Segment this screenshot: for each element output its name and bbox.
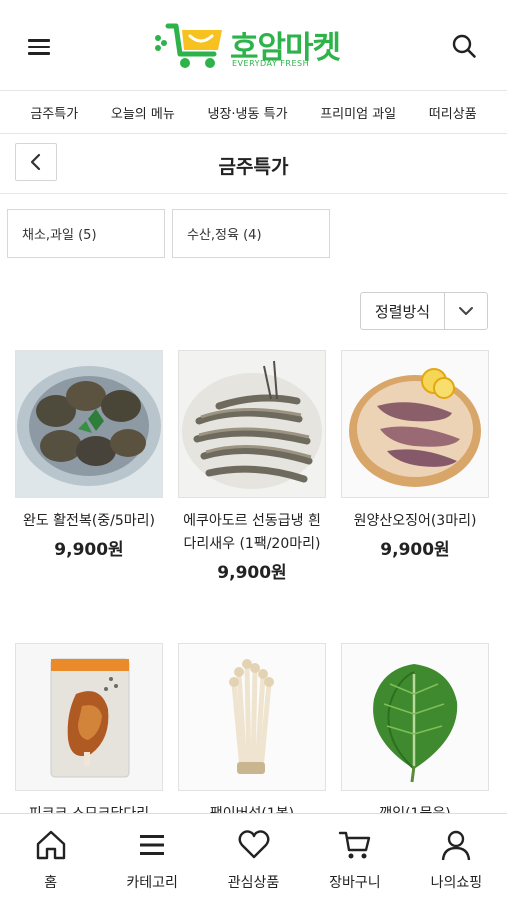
tab-cart[interactable]: 장바구니 bbox=[304, 814, 405, 901]
nav-item-frozen-special[interactable]: 냉장·냉동 특가 bbox=[208, 103, 288, 122]
tab-label: 나의쇼핑 bbox=[430, 875, 483, 891]
nav-item-premium-fruit[interactable]: 프리미엄 과일 bbox=[320, 103, 396, 122]
product-card[interactable]: 피코크 스모크닭다리 bbox=[15, 643, 163, 826]
tab-category[interactable]: 카테고리 bbox=[101, 814, 202, 901]
title-bar: 금주특가 bbox=[0, 135, 507, 194]
product-card[interactable]: 에쿠아도르 선동급냉 흰다리새우 (1팩/20마리) 9,900원 bbox=[178, 350, 326, 583]
product-card[interactable]: 완도 활전복(중/5마리) 9,900원 bbox=[15, 350, 163, 560]
tab-label: 홈 bbox=[44, 875, 58, 891]
product-price: 9,900원 bbox=[380, 540, 450, 560]
menu-icon bbox=[140, 835, 165, 855]
logo-tagline: EVERYDAY FRESH bbox=[232, 59, 310, 68]
product-image-perilla-leaves[interactable] bbox=[341, 643, 489, 791]
chevron-down-icon bbox=[445, 293, 487, 329]
category-nav: 금주특가 오늘의 메뉴 냉장·냉동 특가 프리미엄 과일 떠리상품 bbox=[0, 91, 507, 134]
product-name: 에쿠아도르 선동급냉 흰다리새우 (1팩/20마리) bbox=[183, 513, 321, 552]
heart-icon bbox=[238, 830, 269, 859]
nav-item-weekly-special[interactable]: 금주특가 bbox=[30, 103, 78, 122]
nav-item-todays-menu[interactable]: 오늘의 메뉴 bbox=[111, 103, 175, 122]
logo[interactable]: 호암마켓 EVERYDAY FRESH bbox=[152, 14, 352, 74]
user-icon bbox=[442, 830, 471, 861]
tab-my-shopping[interactable]: 나의쇼핑 bbox=[406, 814, 507, 901]
tab-label: 카테고리 bbox=[126, 875, 178, 891]
sort-label: 정렬방식 bbox=[361, 293, 445, 329]
page-title: 금주특가 bbox=[218, 156, 289, 178]
product-image-squid[interactable] bbox=[341, 350, 489, 498]
product-image-abalone[interactable] bbox=[15, 350, 163, 498]
product-image-enoki[interactable] bbox=[178, 643, 326, 791]
sort-dropdown[interactable]: 정렬방식 bbox=[360, 292, 488, 330]
filter-vegetables-fruit[interactable]: 채소,과일 (5) bbox=[7, 209, 165, 258]
search-icon[interactable] bbox=[451, 33, 477, 59]
cart-logo-icon bbox=[155, 23, 222, 68]
tab-home[interactable]: 홈 bbox=[0, 814, 101, 901]
product-name: 원양산오징어(3마리) bbox=[353, 513, 477, 529]
product-card[interactable]: 깻잎(1묶음) bbox=[341, 643, 489, 826]
product-price: 9,900원 bbox=[217, 563, 287, 583]
product-name: 완도 활전복(중/5마리) bbox=[22, 513, 156, 529]
tab-wishlist[interactable]: 관심상품 bbox=[203, 814, 304, 901]
product-price: 9,900원 bbox=[54, 540, 124, 560]
home-icon bbox=[36, 830, 65, 860]
app-header: 호암마켓 EVERYDAY FRESH bbox=[0, 0, 507, 91]
bottom-tab-bar: 홈 카테고리 관심상품 장바구니 나의쇼핑 bbox=[0, 813, 507, 901]
tab-label: 장바구니 bbox=[329, 875, 381, 891]
hamburger-menu-icon[interactable] bbox=[28, 35, 54, 57]
nav-item-clearance[interactable]: 떠리상품 bbox=[429, 103, 477, 122]
product-card[interactable]: 팽이버섯(1봉) bbox=[178, 643, 326, 826]
product-card[interactable]: 원양산오징어(3마리) 9,900원 bbox=[341, 350, 489, 560]
cart-icon bbox=[338, 831, 371, 859]
filter-seafood-meat[interactable]: 수산,정육 (4) bbox=[172, 209, 330, 258]
product-image-smoked-drumstick[interactable] bbox=[15, 643, 163, 791]
product-image-shrimp[interactable] bbox=[178, 350, 326, 498]
tab-label: 관심상품 bbox=[227, 875, 280, 891]
